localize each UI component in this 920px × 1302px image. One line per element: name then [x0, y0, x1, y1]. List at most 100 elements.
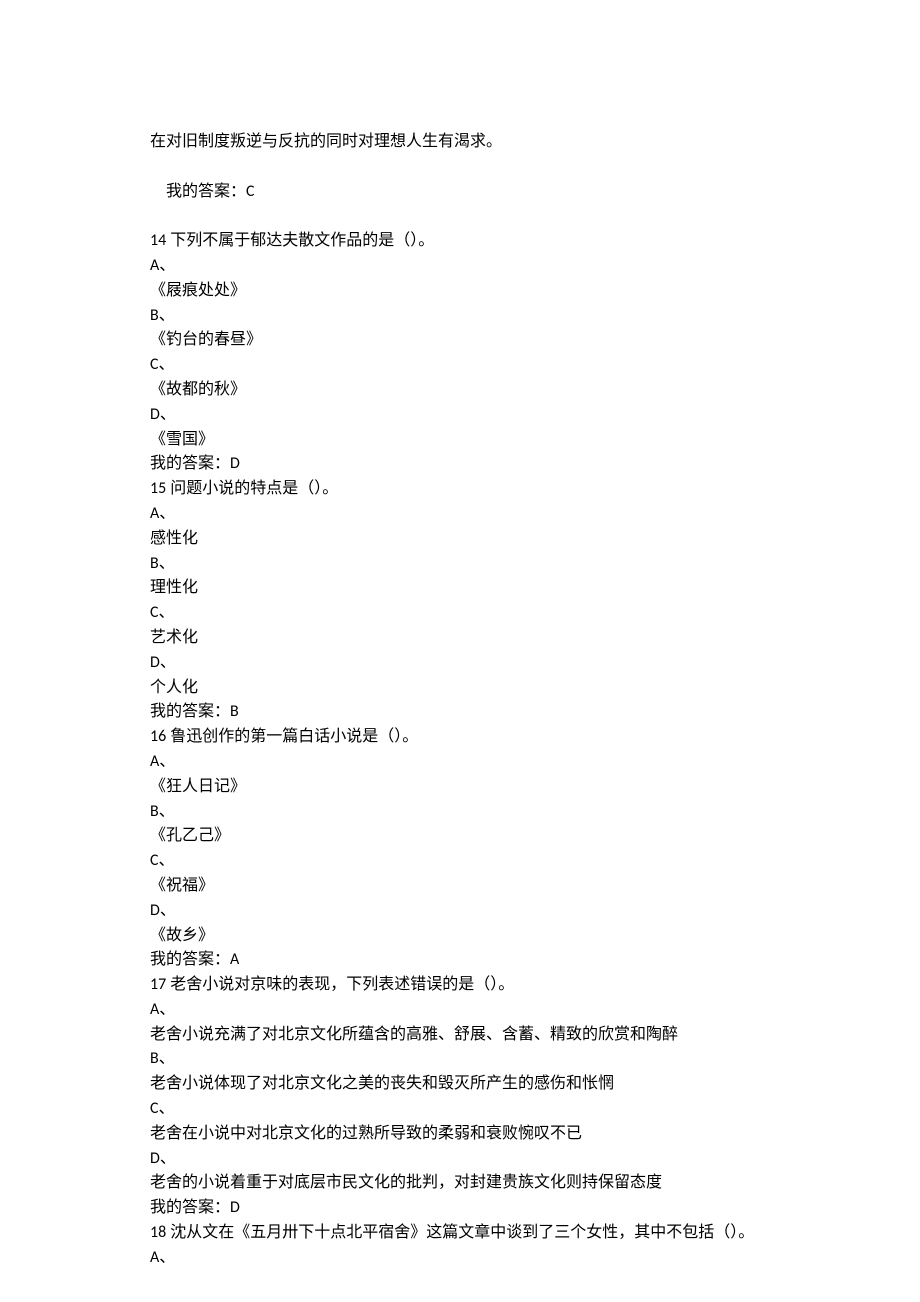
- option-key-line: D、: [150, 899, 770, 924]
- question-number: 15: [150, 479, 166, 498]
- question-stem: 14 下列不属于郁达夫散文作品的是（）。: [150, 229, 770, 254]
- option-key-line: D、: [150, 403, 770, 428]
- answer-line: 我的答案：A: [150, 948, 770, 973]
- answer-prefix: 我的答案：: [150, 1199, 230, 1216]
- option-text: 老舍小说体现了对北京文化之美的丧失和毁灭所产生的感伤和怅惘: [150, 1072, 770, 1097]
- option-key-line: D、: [150, 1147, 770, 1172]
- option-key-line: B、: [150, 304, 770, 329]
- option-letter: B: [150, 802, 159, 821]
- option-key-line: D、: [150, 651, 770, 676]
- intro-line: 在对旧制度叛逆与反抗的同时对理想人生有渴求。: [150, 130, 770, 155]
- option-letter: A: [150, 1000, 159, 1019]
- option-text: 老舍小说充满了对北京文化所蕴含的高雅、舒展、含蓄、精致的欣赏和陶醉: [150, 1023, 770, 1048]
- option-text: 感性化: [150, 527, 770, 552]
- answer-value: D: [230, 454, 240, 473]
- option-text: 艺术化: [150, 626, 770, 651]
- option-text: 《故乡》: [150, 924, 770, 949]
- option-suffix: 、: [159, 1249, 175, 1266]
- option-letter: B: [150, 306, 159, 325]
- option-letter: B: [150, 1049, 159, 1068]
- option-suffix: 、: [159, 1050, 175, 1067]
- answer-value: A: [230, 950, 239, 969]
- question-number: 17: [150, 975, 166, 994]
- question-text: 问题小说的特点是（）。: [166, 480, 338, 497]
- option-letter: D: [150, 1149, 160, 1168]
- question-text: 鲁迅创作的第一篇白话小说是（）。: [166, 728, 418, 745]
- option-letter: D: [150, 653, 160, 672]
- option-suffix: 、: [160, 902, 176, 919]
- option-key-line: A、: [150, 254, 770, 279]
- option-key-line: A、: [150, 750, 770, 775]
- option-suffix: 、: [159, 753, 175, 770]
- answer-line: 我的答案：D: [150, 1196, 770, 1221]
- option-letter: A: [150, 752, 159, 771]
- answer-line: 我的答案：D: [150, 452, 770, 477]
- option-letter: C: [150, 603, 159, 622]
- option-text: 个人化: [150, 676, 770, 701]
- option-suffix: 、: [159, 803, 175, 820]
- question-text: 下列不属于郁达夫散文作品的是（）。: [166, 232, 434, 249]
- option-text: 《雪国》: [150, 428, 770, 453]
- intro-answer: 我的答案：C: [150, 155, 770, 229]
- question-stem: 17 老舍小说对京味的表现，下列表述错误的是（）。: [150, 973, 770, 998]
- answer-prefix: 我的答案：: [150, 455, 230, 472]
- option-suffix: 、: [159, 1001, 175, 1018]
- option-key-line: C、: [150, 601, 770, 626]
- option-suffix: 、: [159, 555, 175, 572]
- option-suffix: 、: [159, 604, 175, 621]
- option-text: 《故都的秋》: [150, 378, 770, 403]
- answer-value: D: [230, 1198, 240, 1217]
- option-key-line: C、: [150, 849, 770, 874]
- option-key-line: C、: [150, 353, 770, 378]
- option-letter: D: [150, 405, 160, 424]
- option-text: 理性化: [150, 576, 770, 601]
- option-key-line: B、: [150, 1047, 770, 1072]
- question-number: 16: [150, 727, 166, 746]
- option-suffix: 、: [159, 356, 175, 373]
- option-text: 老舍的小说着重于对底层市民文化的批判，对封建贵族文化则持保留态度: [150, 1171, 770, 1196]
- option-suffix: 、: [159, 1100, 175, 1117]
- option-letter: A: [150, 1248, 159, 1267]
- option-text: 《屐痕处处》: [150, 279, 770, 304]
- question-text: 沈从文在《五月卅下十点北平宿舍》这篇文章中谈到了三个女性，其中不包括（）。: [166, 1224, 754, 1241]
- option-key-line: B、: [150, 800, 770, 825]
- question-number: 18: [150, 1223, 166, 1242]
- answer-line: 我的答案：B: [150, 700, 770, 725]
- question-stem: 15 问题小说的特点是（）。: [150, 477, 770, 502]
- answer-prefix: 我的答案：: [150, 703, 230, 720]
- option-suffix: 、: [159, 505, 175, 522]
- option-suffix: 、: [159, 307, 175, 324]
- option-letter: C: [150, 851, 159, 870]
- option-text: 老舍在小说中对北京文化的过熟所导致的柔弱和衰败惋叹不已: [150, 1122, 770, 1147]
- option-suffix: 、: [160, 654, 176, 671]
- question-stem: 18 沈从文在《五月卅下十点北平宿舍》这篇文章中谈到了三个女性，其中不包括（）。: [150, 1221, 770, 1246]
- question-number: 14: [150, 231, 166, 250]
- answer-value: B: [230, 702, 239, 721]
- document-page: 在对旧制度叛逆与反抗的同时对理想人生有渴求。 我的答案：C 14 下列不属于郁达…: [0, 0, 920, 1302]
- questions-container: 14 下列不属于郁达夫散文作品的是（）。A、《屐痕处处》B、《钓台的春昼》C、《…: [150, 229, 770, 1270]
- option-suffix: 、: [159, 257, 175, 274]
- option-letter: C: [150, 1099, 159, 1118]
- answer-prefix: 我的答案：: [166, 183, 246, 200]
- option-letter: D: [150, 901, 160, 920]
- answer-value: C: [246, 182, 255, 201]
- option-key-line: A、: [150, 502, 770, 527]
- option-key-line: B、: [150, 552, 770, 577]
- option-suffix: 、: [160, 406, 176, 423]
- question-stem: 16 鲁迅创作的第一篇白话小说是（）。: [150, 725, 770, 750]
- answer-prefix: 我的答案：: [150, 951, 230, 968]
- option-text: 《孔乙己》: [150, 824, 770, 849]
- option-key-line: A、: [150, 1246, 770, 1271]
- option-suffix: 、: [159, 852, 175, 869]
- option-letter: B: [150, 554, 159, 573]
- question-text: 老舍小说对京味的表现，下列表述错误的是（）。: [166, 976, 514, 993]
- option-key-line: C、: [150, 1097, 770, 1122]
- option-text: 《狂人日记》: [150, 775, 770, 800]
- option-letter: A: [150, 504, 159, 523]
- option-key-line: A、: [150, 998, 770, 1023]
- option-text: 《祝福》: [150, 874, 770, 899]
- option-letter: A: [150, 256, 159, 275]
- option-text: 《钓台的春昼》: [150, 328, 770, 353]
- option-letter: C: [150, 355, 159, 374]
- option-suffix: 、: [160, 1150, 176, 1167]
